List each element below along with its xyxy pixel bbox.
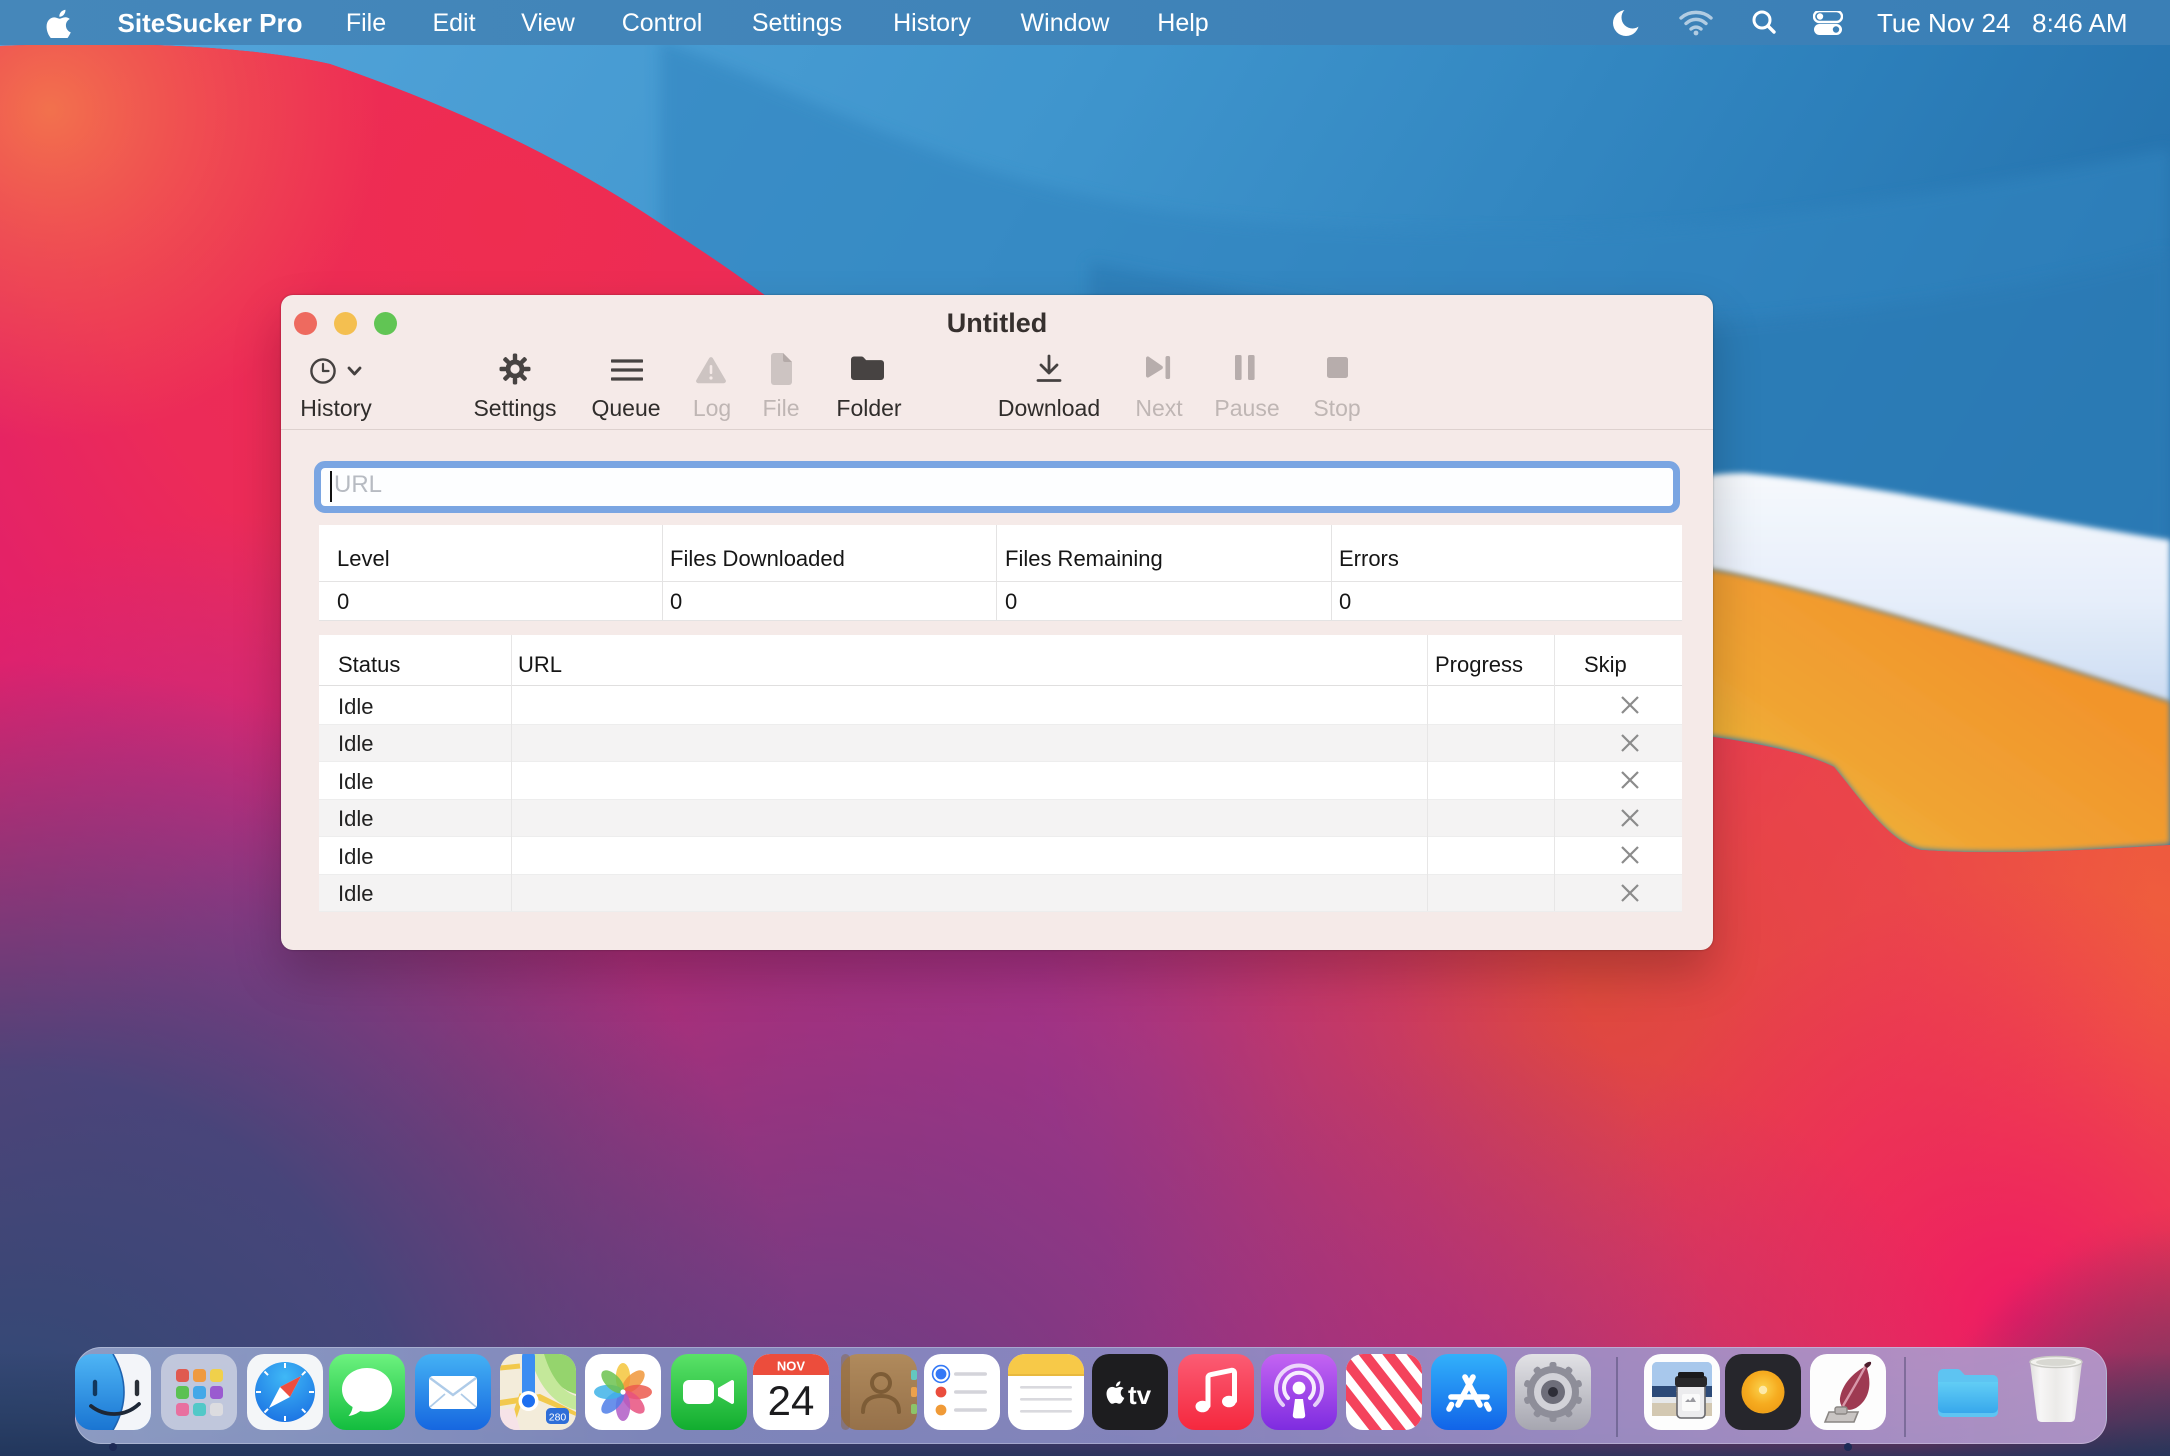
svg-text:NOV: NOV bbox=[777, 1359, 806, 1374]
svg-text:24: 24 bbox=[768, 1377, 815, 1424]
svg-text:tv: tv bbox=[1128, 1380, 1152, 1410]
svg-text:280: 280 bbox=[549, 1412, 567, 1424]
